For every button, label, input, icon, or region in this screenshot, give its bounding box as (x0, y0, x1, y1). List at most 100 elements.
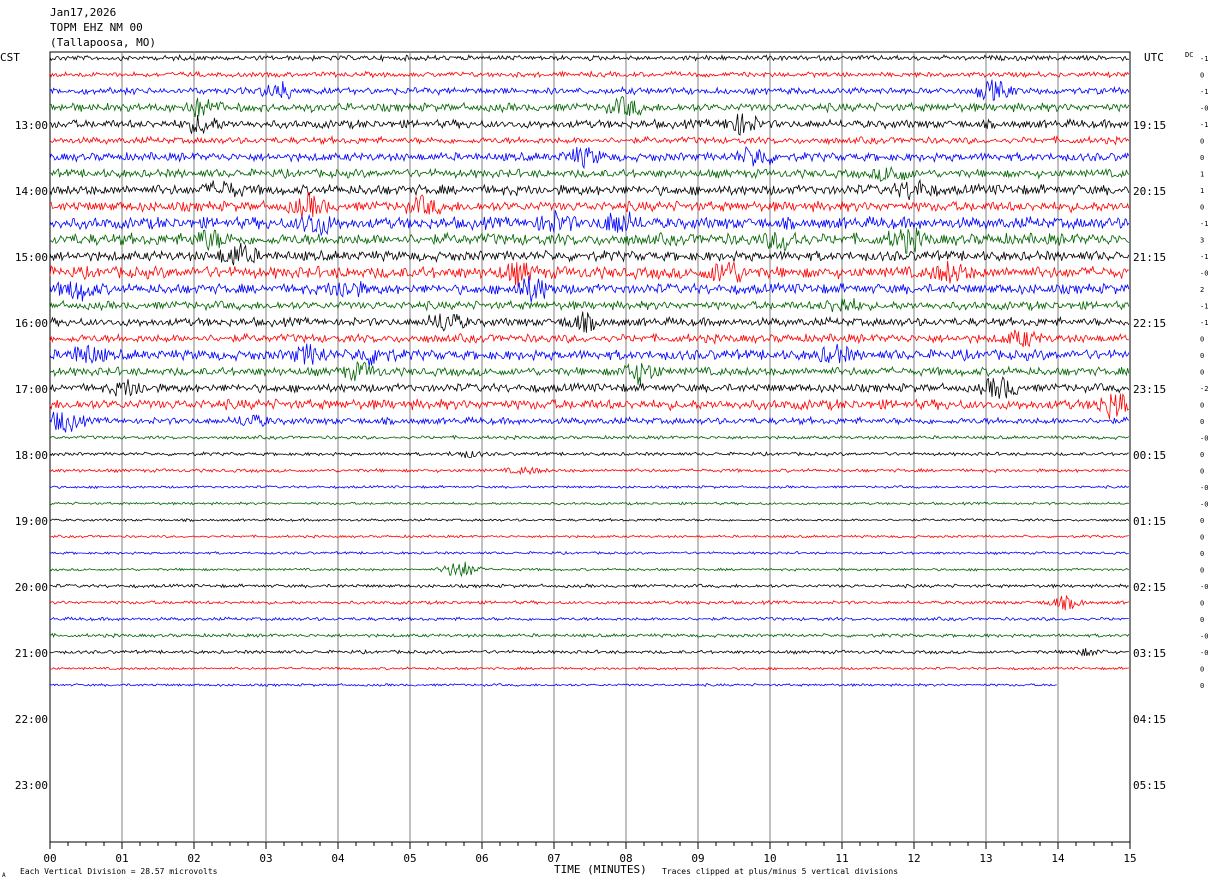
dc-offset-label: 0 (1200, 666, 1204, 674)
x-tick-label: 09 (691, 852, 704, 865)
seismic-trace (49, 298, 1130, 313)
dc-offset-label: 0 (1200, 72, 1204, 80)
seismic-trace (49, 113, 1129, 136)
x-tick-label: 05 (403, 852, 416, 865)
left-hour-label: 17:00 (15, 383, 48, 396)
right-hour-label: 00:15 (1133, 449, 1166, 462)
left-hour-label: 16:00 (15, 317, 48, 330)
dc-offset-label: 0 (1200, 138, 1204, 146)
left-hour-label: 13:00 (15, 119, 48, 132)
dc-offset-label: 1 (1200, 187, 1204, 195)
dc-offset-label: -0 (1200, 270, 1208, 278)
dc-offset-label: -1 (1200, 253, 1208, 261)
dc-offset-label: -1 (1200, 55, 1208, 63)
right-hour-label: 19:15 (1133, 119, 1166, 132)
dc-offset-label: 2 (1200, 286, 1204, 294)
dc-offset-label: -1 (1200, 303, 1208, 311)
dc-offset-label: 0 (1200, 517, 1204, 525)
corner-mark: A (2, 872, 6, 879)
seismic-trace (49, 666, 1129, 671)
seismogram-chart: 00 01 02 03 04 05 06 07 08 09 10 11 12 13 14 1513:00 19:… (0, 51, 1208, 879)
seismic-trace (49, 411, 1130, 433)
seismic-trace (49, 95, 1130, 118)
seismic-trace (49, 517, 1130, 523)
seismic-trace (49, 466, 1129, 476)
x-tick-label: 04 (331, 852, 345, 865)
dc-offset-label: 0 (1200, 468, 1204, 476)
seismic-trace (49, 210, 1130, 237)
seismic-trace (49, 242, 1130, 266)
dc-offset-label: -0 (1200, 484, 1208, 492)
left-hour-label: 20:00 (15, 581, 48, 594)
seismic-trace (49, 79, 1130, 101)
dc-offset-label: -1 (1200, 121, 1208, 129)
seismic-trace (49, 165, 1130, 182)
left-hour-label: 22:00 (15, 713, 48, 726)
right-hour-label: 04:15 (1133, 713, 1166, 726)
left-hour-label: 18:00 (15, 449, 48, 462)
dc-offset-label: -0 (1200, 649, 1208, 657)
dc-offset-label: -1 (1200, 88, 1208, 96)
seismic-trace (49, 54, 1129, 63)
x-tick-label: 01 (115, 852, 128, 865)
seismic-trace (49, 329, 1129, 348)
x-tick-label: 00 (43, 852, 56, 865)
seismic-trace (49, 311, 1130, 333)
right-hour-label: 02:15 (1133, 581, 1166, 594)
dc-offset-label: -1 (1200, 220, 1208, 228)
right-hour-label: 05:15 (1133, 779, 1166, 792)
seismic-trace (49, 648, 1129, 657)
dc-offset-label: 0 (1200, 550, 1204, 558)
x-tick-label: 15 (1123, 852, 1136, 865)
right-hour-label: 22:15 (1133, 317, 1166, 330)
x-axis-title: TIME (MINUTES) (554, 863, 647, 876)
right-hour-label: 21:15 (1133, 251, 1166, 264)
seismic-trace (49, 583, 1129, 589)
seismic-trace (49, 434, 1130, 441)
dc-offset-label: -1 (1200, 319, 1208, 327)
seismic-trace (49, 501, 1129, 506)
right-hour-label: 23:15 (1133, 383, 1166, 396)
seismic-trace (49, 70, 1130, 79)
trace-group (49, 54, 1130, 688)
seismic-trace (49, 632, 1130, 639)
dc-offset-label: 0 (1200, 682, 1204, 690)
x-tick-label: 02 (187, 852, 200, 865)
seismic-trace (49, 561, 1130, 578)
dc-offset-label: -0 (1200, 583, 1208, 591)
dc-offset-label: -0 (1200, 501, 1208, 509)
seismic-trace (49, 595, 1129, 611)
seismic-trace (49, 616, 1129, 622)
dc-offset-label: 0 (1200, 534, 1204, 542)
dc-offset-label: 0 (1200, 204, 1204, 212)
seismic-trace (49, 146, 1130, 170)
seismic-trace (49, 376, 1130, 399)
dc-offset-label: -0 (1200, 105, 1208, 113)
plot-frame (49, 51, 1131, 843)
x-tick-label: 03 (259, 852, 272, 865)
left-hour-label: 23:00 (15, 779, 48, 792)
seismic-trace (49, 393, 1130, 420)
seismic-trace (49, 343, 1130, 367)
dc-offset-label: 0 (1200, 154, 1204, 162)
x-tick-label: 13 (979, 852, 992, 865)
seismic-trace (49, 550, 1129, 556)
seismic-trace (49, 260, 1129, 287)
x-tick-label: 10 (763, 852, 776, 865)
dc-offset-label: 0 (1200, 616, 1204, 624)
dc-offset-label: -0 (1200, 633, 1208, 641)
dc-offset-label: 0 (1200, 600, 1204, 608)
left-timezone-label: CST (0, 51, 20, 64)
dc-offset-label: 0 (1200, 567, 1204, 575)
right-timezone-label: UTC (1144, 51, 1164, 64)
left-hour-label: 14:00 (15, 185, 48, 198)
dc-offset-label: -0 (1200, 435, 1208, 443)
dc-offset-label: 0 (1200, 369, 1204, 377)
minute-grid (49, 51, 1131, 849)
x-tick-label: 06 (475, 852, 488, 865)
vertical-division-note: Each Vertical Division = 28.57 microvolt… (20, 867, 218, 876)
x-tick-label: 12 (907, 852, 920, 865)
dc-offset-label: 0 (1200, 336, 1204, 344)
dc-offset-label: 0 (1200, 402, 1204, 410)
seismic-trace (49, 484, 1130, 490)
